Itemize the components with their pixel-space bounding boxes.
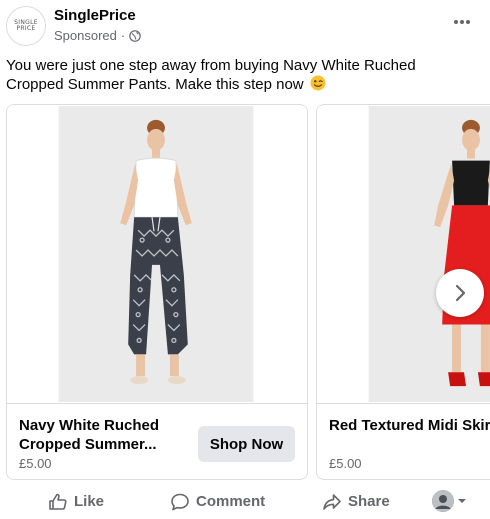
card-footer: Red Textured Midi Skirt £5.00 — [317, 403, 490, 479]
carousel-card[interactable]: Navy White Ruched Cropped Summer... £5.0… — [6, 104, 308, 480]
card-title[interactable]: Navy White Ruched Cropped Summer... — [19, 416, 189, 454]
chevron-right-icon — [455, 284, 466, 302]
card-footer: Navy White Ruched Cropped Summer... £5.0… — [7, 403, 307, 479]
comment-label: Comment — [196, 493, 266, 510]
card-title[interactable]: Red Textured Midi Skirt — [329, 416, 490, 435]
sponsored-label[interactable]: Sponsored — [54, 28, 117, 43]
page-name[interactable]: SinglePrice — [54, 7, 136, 24]
post-body-text: You were just one step away from buying … — [6, 57, 416, 93]
comment-icon — [171, 493, 189, 510]
comment-button[interactable]: Comment — [170, 484, 265, 519]
post-action-bar: Like Comment Share — [0, 484, 490, 519]
post-header: SINGLE PRICE SinglePrice Sponsored · — [6, 6, 480, 50]
winking-emoji-icon — [310, 75, 326, 91]
like-button[interactable]: Like — [48, 484, 104, 519]
share-label: Share — [348, 493, 390, 510]
avatar — [432, 490, 454, 512]
carousel-next-button[interactable] — [436, 269, 484, 317]
thumbs-up-icon — [49, 493, 67, 510]
share-arrow-icon — [323, 493, 341, 510]
shop-now-button[interactable]: Shop Now — [198, 426, 295, 462]
post-body: You were just one step away from buying … — [6, 56, 466, 94]
meta-separator: · — [120, 28, 126, 43]
like-label: Like — [74, 493, 105, 510]
card-price: £5.00 — [19, 456, 52, 471]
reaction-profile-selector[interactable] — [432, 490, 467, 512]
logo-wordmark: SINGLE PRICE — [14, 18, 38, 32]
chevron-down-icon — [458, 499, 466, 503]
globe-icon — [129, 29, 142, 42]
post-meta: Sponsored · — [54, 28, 142, 43]
product-image[interactable] — [317, 105, 490, 403]
more-options-icon[interactable] — [448, 12, 476, 32]
card-price: £5.00 — [329, 456, 362, 471]
page-avatar[interactable]: SINGLE PRICE — [6, 6, 46, 46]
product-image[interactable] — [7, 105, 307, 403]
product-carousel[interactable]: Navy White Ruched Cropped Summer... £5.0… — [0, 104, 490, 480]
share-button[interactable]: Share — [322, 484, 390, 519]
